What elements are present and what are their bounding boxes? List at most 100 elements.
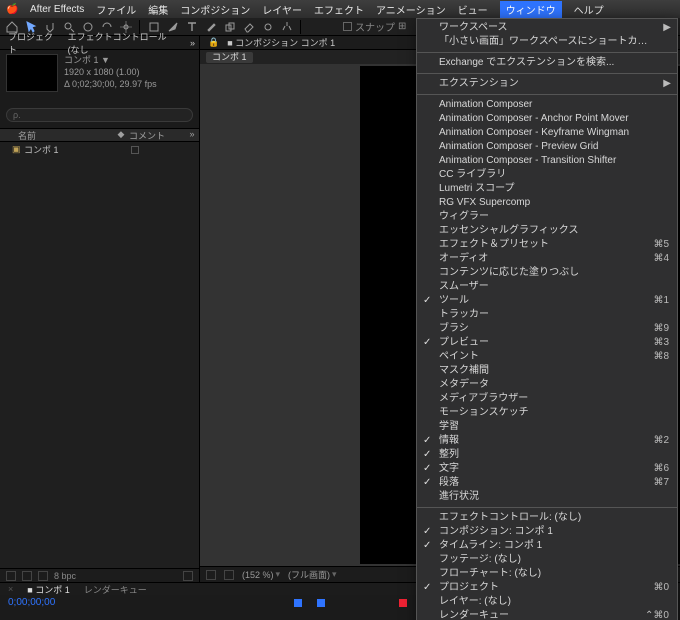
menu-item[interactable]: 学習 <box>417 420 677 434</box>
item-tag[interactable] <box>127 146 143 154</box>
menu-item[interactable]: レイヤー: (なし) <box>417 595 677 609</box>
app-name[interactable]: After Effects <box>30 4 84 15</box>
menu-item[interactable]: RG VFX Supercomp <box>417 196 677 210</box>
menu-item[interactable]: Animation Composer <box>417 98 677 112</box>
clone-tool-icon[interactable] <box>222 19 237 34</box>
menu-item[interactable]: オーディオ⌘4 <box>417 252 677 266</box>
menu-item[interactable]: Lumetri スコープ <box>417 182 677 196</box>
menu-item[interactable]: ワークスペース▶ <box>417 21 677 35</box>
shortcut-label: ⌃⌘0 <box>645 609 669 620</box>
menu-effect[interactable]: エフェクト <box>314 2 364 17</box>
resolution-dropdown[interactable]: (フル画面) ▾ <box>288 568 337 581</box>
brush-tool-icon[interactable] <box>203 19 218 34</box>
menu-item[interactable]: Animation Composer - Preview Grid <box>417 140 677 154</box>
item-name: コンポ 1 <box>24 143 127 156</box>
timeline-marker[interactable] <box>399 599 407 607</box>
menu-item-label: エクステンション <box>439 78 519 89</box>
col-menu-icon[interactable]: » <box>185 129 199 141</box>
menu-item[interactable]: エフェクト＆プリセット⌘5 <box>417 238 677 252</box>
menu-item[interactable]: CC ライブラリ <box>417 168 677 182</box>
snap-toggle[interactable]: スナップ ⊞ <box>343 19 406 34</box>
menu-item[interactable]: スムーザー <box>417 280 677 294</box>
breadcrumb[interactable]: コンポ 1 <box>206 52 253 63</box>
menu-item[interactable]: Animation Composer - Anchor Point Mover <box>417 112 677 126</box>
menu-item[interactable]: Exchange でエクステンションを検索... <box>417 56 677 70</box>
panel-menu-icon[interactable]: » <box>190 38 195 48</box>
check-icon: ✓ <box>423 525 431 539</box>
puppet-tool-icon[interactable] <box>279 19 294 34</box>
trash-icon[interactable] <box>183 571 193 581</box>
lock-icon[interactable]: 🔒 <box>208 37 219 48</box>
text-tool-icon[interactable] <box>184 19 199 34</box>
timeline-marker[interactable] <box>294 599 302 607</box>
checkbox-icon <box>343 22 352 31</box>
interpret-icon[interactable] <box>6 571 16 581</box>
grid-icon[interactable] <box>206 570 216 580</box>
menu-item[interactable]: ✓整列 <box>417 448 677 462</box>
comp-dimensions: 1920 x 1080 (1.00) <box>64 66 157 78</box>
zoom-dropdown[interactable]: (152 %) ▾ <box>242 569 280 580</box>
col-tag[interactable]: ◆ <box>113 129 129 141</box>
bpc-label[interactable]: 8 bpc <box>54 571 76 581</box>
mask-icon[interactable] <box>224 570 234 580</box>
menu-item-label: Exchange でエクステンションを検索... <box>439 57 614 68</box>
menu-item[interactable]: ペイント⌘8 <box>417 350 677 364</box>
new-folder-icon[interactable] <box>22 571 32 581</box>
menu-item[interactable]: ✓情報⌘2 <box>417 434 677 448</box>
menu-item[interactable]: エフェクトコントロール: (なし) <box>417 511 677 525</box>
project-panel-footer: 8 bpc <box>0 568 199 582</box>
current-timecode[interactable]: 0;00;00;00 <box>0 595 55 608</box>
menu-file[interactable]: ファイル <box>96 2 136 17</box>
menu-item[interactable]: 進行状況 <box>417 490 677 504</box>
menu-item[interactable]: マスク補間 <box>417 364 677 378</box>
menu-composition[interactable]: コンポジション <box>180 2 250 17</box>
comp-thumbnail[interactable] <box>6 54 58 92</box>
menu-item-label: 文字 <box>439 463 459 474</box>
menu-edit[interactable]: 編集 <box>148 2 168 17</box>
menu-item[interactable]: ✓文字⌘6 <box>417 462 677 476</box>
menu-item[interactable]: 「小さい画面」ワークスペースにショートカットを割り当て <box>417 35 677 49</box>
menu-animation[interactable]: アニメーション <box>376 2 446 17</box>
menu-item[interactable]: ✓プロジェクト⌘0 <box>417 581 677 595</box>
menu-item-label: Animation Composer <box>439 99 532 110</box>
menu-item[interactable]: ✓コンポジション: コンポ 1 <box>417 525 677 539</box>
tab-comp-timeline[interactable]: ■ コンポ 1 <box>27 583 69 596</box>
menu-item[interactable]: コンテンツに応じた塗りつぶし <box>417 266 677 280</box>
menu-item[interactable]: エクステンション▶ <box>417 77 677 91</box>
new-comp-icon[interactable] <box>38 571 48 581</box>
apple-menu-icon[interactable]: 🍎 <box>6 4 18 15</box>
menu-item[interactable]: Animation Composer - Keyframe Wingman <box>417 126 677 140</box>
menu-item[interactable]: トラッカー <box>417 308 677 322</box>
menu-window[interactable]: ウィンドウ <box>500 1 562 18</box>
menu-item[interactable]: フッテージ: (なし) <box>417 553 677 567</box>
menu-item[interactable]: メディアブラウザー <box>417 392 677 406</box>
menu-item[interactable]: フローチャート: (なし) <box>417 567 677 581</box>
menu-item[interactable]: メタデータ <box>417 378 677 392</box>
timeline-marker[interactable] <box>317 599 325 607</box>
search-input[interactable]: ρ. <box>6 108 193 122</box>
submenu-arrow-icon: ▶ <box>663 21 671 35</box>
menu-item[interactable]: モーションスケッチ <box>417 406 677 420</box>
roto-tool-icon[interactable] <box>260 19 275 34</box>
col-name[interactable]: 名前 <box>0 129 113 141</box>
menu-view[interactable]: ビュー <box>458 2 488 17</box>
project-list[interactable]: ▣ コンポ 1 <box>0 142 199 568</box>
menu-help[interactable]: ヘルプ <box>574 2 604 17</box>
tab-viewer[interactable]: ■ コンポジション コンポ 1 <box>227 36 335 49</box>
comp-name[interactable]: コンポ 1 ▼ <box>64 54 157 66</box>
menu-item[interactable]: ウィグラー <box>417 210 677 224</box>
snap-label: スナップ <box>355 19 395 34</box>
eraser-tool-icon[interactable] <box>241 19 256 34</box>
menu-item[interactable]: ブラシ⌘9 <box>417 322 677 336</box>
list-item[interactable]: ▣ コンポ 1 <box>0 142 199 157</box>
menu-layer[interactable]: レイヤー <box>262 2 302 17</box>
menu-item[interactable]: ✓プレビュー⌘3 <box>417 336 677 350</box>
menu-item[interactable]: レンダーキュー⌃⌘0 <box>417 609 677 620</box>
tab-render-queue[interactable]: レンダーキュー <box>84 583 147 596</box>
menu-item[interactable]: ✓ツール⌘1 <box>417 294 677 308</box>
menu-item[interactable]: ✓段落⌘7 <box>417 476 677 490</box>
menu-item[interactable]: Animation Composer - Transition Shifter <box>417 154 677 168</box>
menu-item[interactable]: エッセンシャルグラフィックス <box>417 224 677 238</box>
menu-item[interactable]: ✓タイムライン: コンポ 1 <box>417 539 677 553</box>
col-comment[interactable]: コメント <box>129 129 185 141</box>
